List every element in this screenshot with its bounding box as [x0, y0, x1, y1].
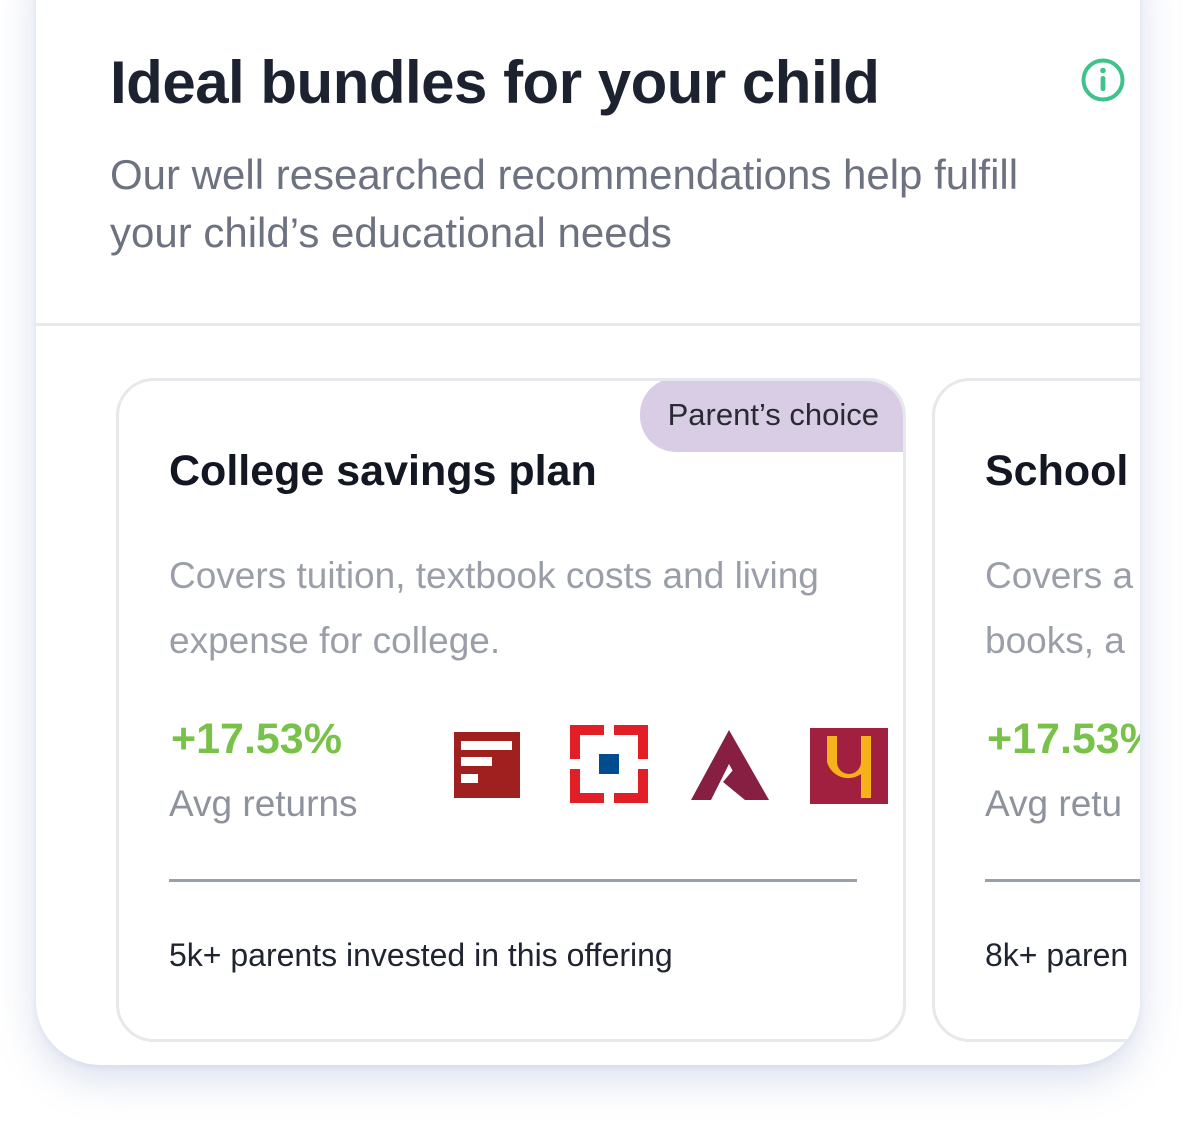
card-separator: [985, 879, 1140, 882]
card-description-line: books, a: [985, 620, 1125, 661]
info-circle-icon[interactable]: [1080, 57, 1126, 103]
parents-choice-badge: Parent’s choice: [639, 381, 903, 452]
investor-count: 5k+ parents invested in this offering: [169, 937, 673, 973]
card-description: Covers a books, a: [985, 543, 1140, 673]
investor-count: 8k+ paren: [985, 937, 1129, 973]
pnb-logo-icon: [810, 728, 888, 804]
section-subtitle: Our well researched recommendations help…: [110, 151, 1019, 256]
card-description: Covers tuition, textbook costs and livin…: [169, 555, 819, 661]
section-title: Ideal bundles for your child: [110, 49, 880, 116]
card-title: School: [985, 447, 1129, 495]
axis-logo-icon: [691, 730, 769, 800]
card-title: College savings plan: [169, 447, 597, 495]
franklin-logo-icon: [454, 732, 520, 798]
bundle-card-school[interactable]: School Covers a books, a +17.53% Avg retu…: [932, 378, 1140, 1042]
bundle-card-college[interactable]: Parent’s choice College savings plan Cov…: [116, 378, 906, 1042]
avg-return-label: Avg retu: [985, 783, 1123, 824]
bundles-panel: Ideal bundles for your child Our well re…: [36, 0, 1140, 1065]
fund-logos: [449, 724, 889, 804]
avg-return-value: +17.53%: [171, 715, 342, 763]
section-divider: [36, 323, 1140, 326]
avg-return-value: +17.53%: [987, 715, 1140, 763]
avg-return-label: Avg returns: [169, 783, 358, 824]
card-separator: [169, 879, 857, 882]
screen: Ideal bundles for your child Our well re…: [0, 0, 1202, 1127]
card-description-line: Covers a: [985, 555, 1134, 596]
hdfc-logo-icon: [570, 725, 648, 803]
